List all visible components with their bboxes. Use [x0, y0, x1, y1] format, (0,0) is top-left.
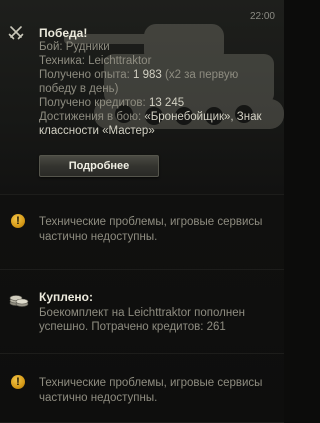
notification-time: 22:00: [249, 11, 275, 22]
vehicle-line: Техника: Leichttraktor: [39, 55, 152, 67]
credits-line: Получено кредитов: 13 245: [39, 96, 275, 110]
victory-notification: 22:00 Победа! Бой: Рудники Техника: Leic…: [0, 0, 284, 195]
credits-value: 13 245: [148, 97, 185, 109]
details-button[interactable]: Подробнее: [39, 155, 159, 177]
technical-issues-text-2: Технические проблемы, игровые сервисы ча…: [39, 377, 263, 404]
purchase-text-block: Куплено: Боекомплект на Leichttraktor по…: [39, 290, 275, 334]
battle-map-line: Бой: Рудники: [39, 41, 110, 53]
purchase-notification: Куплено: Боекомплект на Leichttraktor по…: [0, 271, 284, 354]
victory-title: Победа!: [39, 26, 88, 40]
notification-panel: 22:00 Победа! Бой: Рудники Техника: Leic…: [0, 0, 284, 423]
xp-line: Получено опыта: 1 983 (x2 за первую побе…: [39, 68, 275, 96]
victory-text-block: Победа! Бой: Рудники Техника: Leichttrak…: [39, 26, 275, 138]
warning-icon: !: [11, 214, 25, 228]
warning-icon: !: [11, 375, 25, 389]
purchase-title: Куплено:: [39, 290, 93, 304]
crossed-swords-icon: [8, 26, 24, 40]
achievements-line: Достижения в бою: «Бронебойщик», Знак кл…: [39, 110, 275, 138]
achievements-label: Достижения в бою:: [39, 111, 145, 123]
technical-issues-notification: ! Технические проблемы, игровые сервисы …: [0, 196, 284, 270]
technical-issues-text: Технические проблемы, игровые сервисы ча…: [39, 216, 263, 243]
xp-label: Получено опыта:: [39, 69, 134, 81]
technical-issues-notification-2: ! Технические проблемы, игровые сервисы …: [0, 355, 284, 423]
coins-icon: [9, 295, 29, 307]
xp-value: 1 983: [133, 69, 162, 81]
purchase-body: Боекомплект на Leichttraktor пополнен ус…: [39, 307, 245, 333]
credits-label: Получено кредитов:: [39, 97, 149, 109]
